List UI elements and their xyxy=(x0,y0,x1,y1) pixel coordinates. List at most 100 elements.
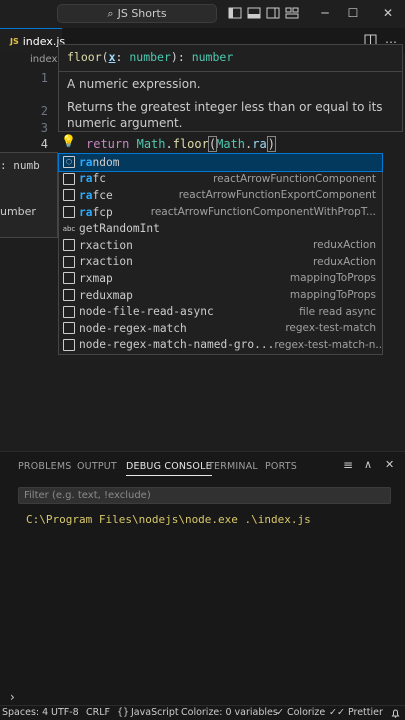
sig-param-name: x xyxy=(108,50,116,64)
suggestion-item[interactable]: ⬡ random xyxy=(58,153,383,172)
suggestion-label: node-regex-match-named-gro... xyxy=(79,338,274,351)
suggestion-item[interactable]: node-regex-match-named-gro... regex-test-… xyxy=(59,337,382,354)
eol-status[interactable]: CRLF xyxy=(86,707,110,718)
sig-return-sep: : xyxy=(177,50,192,64)
suggestion-label: rafc xyxy=(79,172,106,185)
suggestion-item[interactable]: rafce reactArrowFunctionExportComponent xyxy=(59,187,382,204)
suggestion-match: ra xyxy=(79,172,93,186)
colorize-status[interactable]: ✓ Colorize xyxy=(276,707,325,718)
search-icon: ⌕ xyxy=(107,6,114,20)
code-keyword: return xyxy=(86,137,130,151)
snippet-icon xyxy=(63,322,75,335)
suggestion-detail: regex-test-match xyxy=(285,322,376,335)
suggestion-item[interactable]: node-regex-match regex-test-match xyxy=(59,320,382,337)
tab-terminal[interactable]: TERMINAL xyxy=(208,461,258,472)
suggestion-rest: node-file-read-async xyxy=(79,305,214,319)
indentation-status[interactable]: Spaces: 4 xyxy=(2,707,48,718)
language-mode-status[interactable]: JavaScript xyxy=(131,707,179,718)
toggle-panel-icon[interactable] xyxy=(247,6,261,20)
language-braces-icon[interactable]: {} xyxy=(117,707,129,718)
parameter-hints-popup: floor(x: number): number A numeric expre… xyxy=(58,44,403,132)
suggestion-rest: fce xyxy=(92,188,113,202)
snippet-icon xyxy=(63,305,75,318)
suggestion-item[interactable]: abc getRandomInt xyxy=(59,220,382,237)
bell-icon[interactable] xyxy=(391,709,400,718)
suggestion-detail: file read async xyxy=(299,305,376,318)
suggestion-detail: mappingToProps xyxy=(289,272,376,285)
suggestion-rest: node-regex-match-named-gro... xyxy=(79,338,275,352)
suggestion-item[interactable]: rafcp reactArrowFunctionComponentWithProp… xyxy=(59,204,382,221)
console-output-line: C:\Program Files\nodejs\node.exe .\index… xyxy=(26,513,311,526)
command-center-search[interactable]: ⌕ JS Shorts xyxy=(57,4,217,23)
signature-header: floor(x: number): number xyxy=(67,50,233,64)
sig-paren-close: ) xyxy=(170,50,178,64)
maximize-button[interactable]: ☐ xyxy=(346,6,360,20)
suggestion-item[interactable]: rxaction reduxAction xyxy=(59,254,382,271)
suggestion-label: getRandomInt xyxy=(79,222,160,235)
suggestion-item[interactable]: node-file-read-async file read async xyxy=(59,303,382,320)
snippet-icon xyxy=(63,239,75,252)
console-prompt-icon[interactable]: › xyxy=(10,690,15,704)
suggestion-rest: fcp xyxy=(92,205,113,219)
suggestion-rest: rxaction xyxy=(79,255,133,269)
sig-param-doc: A numeric expression. xyxy=(67,77,201,91)
code-line[interactable]: return Math.floor(Math.ra) xyxy=(86,136,276,152)
filter-icon[interactable]: ≡ xyxy=(343,458,353,472)
sig-function-doc: Returns the greatest integer less than o… xyxy=(67,100,383,130)
sig-return-type: number xyxy=(191,50,234,64)
suggestion-rest: getRandomInt xyxy=(79,222,160,236)
suggestion-detail: reduxAction xyxy=(313,255,376,268)
suggestion-rest: ndom xyxy=(92,155,120,169)
encoding-status[interactable]: UTF-8 xyxy=(51,707,79,718)
prettier-status[interactable]: ✓✓ Prettier xyxy=(329,707,383,718)
code-typed: ra xyxy=(252,137,267,151)
sig-function-name: floor xyxy=(67,50,102,64)
suggestion-rest: rxmap xyxy=(79,271,113,285)
suggestion-item[interactable]: rxmap mappingToProps xyxy=(59,270,382,287)
suggestion-label: rxaction xyxy=(79,239,133,252)
code-method: floor xyxy=(172,137,209,151)
peek-text: : numb xyxy=(0,159,40,172)
toggle-sidebar-icon[interactable] xyxy=(228,6,242,20)
close-panel-icon[interactable]: ✕ xyxy=(385,458,394,471)
suggestion-item[interactable]: reduxmap mappingToProps xyxy=(59,287,382,304)
filter-input[interactable]: Filter (e.g. text, !exclude) xyxy=(18,487,391,504)
snippet-icon xyxy=(63,172,75,185)
maximize-panel-icon[interactable]: ∧ xyxy=(364,458,372,471)
line-number: 1 xyxy=(40,71,48,85)
code-paren: ) xyxy=(266,136,276,152)
tab-debug-console[interactable]: DEBUG CONSOLE xyxy=(126,461,212,476)
suggestion-item[interactable]: rxaction reduxAction xyxy=(59,237,382,254)
suggestion-label: reduxmap xyxy=(79,289,133,302)
snippet-icon xyxy=(63,338,75,351)
tab-problems[interactable]: PROBLEMS xyxy=(18,461,71,472)
sig-param-sep: : xyxy=(115,50,130,64)
snippet-icon xyxy=(63,289,75,302)
sig-param-type: number xyxy=(129,50,171,64)
lightbulb-icon[interactable]: 💡 xyxy=(61,134,76,148)
sig-paren-open: ( xyxy=(101,50,109,64)
minimize-button[interactable]: ─ xyxy=(318,6,332,20)
suggestion-detail: reactArrowFunctionExportComponent xyxy=(178,189,376,202)
suggestion-rest: node-regex-match xyxy=(79,321,187,335)
line-number: 2 xyxy=(40,104,48,118)
suggestion-match: ra xyxy=(79,188,93,202)
toggle-secondary-sidebar-icon[interactable] xyxy=(266,6,280,20)
suggestion-label: rxmap xyxy=(79,272,113,285)
tab-output[interactable]: OUTPUT xyxy=(77,461,117,472)
tab-index-js[interactable]: JS index.js xyxy=(0,28,65,53)
snippet-icon xyxy=(63,255,75,268)
customize-layout-icon[interactable] xyxy=(285,6,299,20)
tab-ports[interactable]: PORTS xyxy=(265,461,297,472)
js-file-icon: JS xyxy=(10,36,19,46)
suggestion-label: random xyxy=(79,156,119,169)
code-object: Math xyxy=(216,137,245,151)
code-punct: . xyxy=(165,137,173,151)
colorize-variables-status[interactable]: Colorize: 0 variables xyxy=(181,707,278,718)
suggestion-match: ra xyxy=(79,205,93,219)
snippet-icon xyxy=(63,189,75,202)
suggestion-item[interactable]: rafc reactArrowFunctionComponent xyxy=(59,171,382,188)
abc-icon: abc xyxy=(62,224,76,233)
suggestion-widget: ⬡ random rafc reactArrowFunctionComponent ra… xyxy=(58,153,383,355)
close-button[interactable]: ✕ xyxy=(381,6,395,20)
